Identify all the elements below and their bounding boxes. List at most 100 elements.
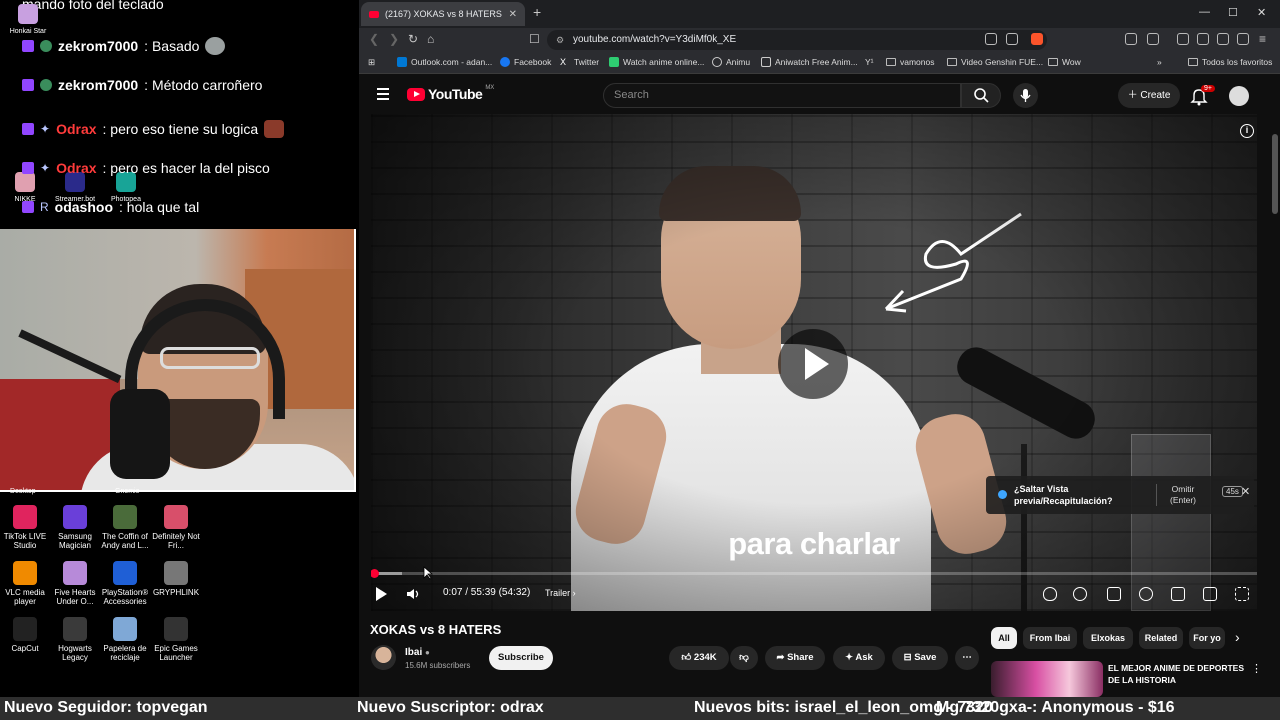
desktop-icon-label: Epic Games Launcher bbox=[154, 644, 198, 662]
recommendation-more-icon[interactable]: ⋮ bbox=[1251, 662, 1262, 675]
brave-shield-icon[interactable] bbox=[1031, 33, 1043, 45]
more-bookmarks-icon[interactable]: » bbox=[1157, 57, 1162, 67]
wallet-icon[interactable] bbox=[1147, 33, 1159, 45]
youtube-logo[interactable]: YouTube MX bbox=[407, 85, 495, 102]
channel-avatar[interactable] bbox=[371, 645, 396, 670]
dislike-button[interactable]: 👎︎ bbox=[730, 646, 758, 670]
desktop-icon[interactable]: Epic Games Launcher bbox=[148, 617, 204, 662]
desktop-icon-honkai[interactable]: Honkai Star bbox=[0, 4, 56, 36]
tab-youtube[interactable]: (2167) XOKAS vs 8 HATERS - You ✕ bbox=[361, 2, 525, 26]
shield-icon[interactable] bbox=[1043, 587, 1057, 601]
new-tab-button[interactable]: + bbox=[533, 4, 541, 20]
leo-icon[interactable] bbox=[1217, 33, 1229, 45]
back-button[interactable]: ❮ bbox=[369, 32, 379, 46]
bookmark-aniwatch[interactable]: Aniwatch Free Anim... bbox=[761, 57, 858, 67]
tab-close-icon[interactable]: ✕ bbox=[509, 9, 517, 20]
minimize-button[interactable]: — bbox=[1199, 6, 1210, 18]
like-button[interactable]: 👍︎ 234K bbox=[669, 646, 729, 670]
chip-from-ibai[interactable]: From Ibai bbox=[1023, 627, 1077, 649]
desktop-icon[interactable]: Hogwarts Legacy bbox=[47, 617, 103, 662]
save-button[interactable]: ⊟ Save bbox=[892, 646, 948, 670]
chat-message: ✦ Odrax : pero eso tiene su logica bbox=[22, 120, 285, 138]
desktop-icon[interactable]: VLC media player bbox=[0, 561, 53, 606]
desktop-icon[interactable]: Five Hearts Under O... bbox=[47, 561, 103, 606]
bookmark-twitter[interactable]: X Twitter bbox=[560, 57, 599, 67]
play-button[interactable] bbox=[778, 329, 848, 399]
chip-for-you[interactable]: For yo bbox=[1189, 627, 1225, 649]
desktop-icon[interactable]: The Coffin of Andy and L... bbox=[97, 505, 153, 550]
recommendation-title[interactable]: EL MEJOR ANIME DE DEPORTES DE LA HISTORI… bbox=[1108, 662, 1248, 686]
search-input[interactable]: Search bbox=[603, 83, 961, 108]
menu-icon[interactable] bbox=[377, 88, 389, 103]
apps-icon[interactable]: ⊞ bbox=[368, 57, 375, 68]
desktop-icon[interactable]: Papelera de reciclaje bbox=[97, 617, 153, 662]
share-button[interactable]: ➦ Share bbox=[765, 646, 825, 670]
tab-bar: (2167) XOKAS vs 8 HATERS - You ✕ + — ☐ ✕ bbox=[359, 0, 1280, 28]
subscribe-button[interactable]: Subscribe bbox=[489, 646, 553, 670]
chip-all[interactable]: All bbox=[991, 627, 1017, 649]
chip-elxokas[interactable]: Elxokas bbox=[1083, 627, 1133, 649]
avatar[interactable] bbox=[1229, 86, 1249, 106]
settings-icon[interactable] bbox=[1139, 587, 1153, 601]
progress-scrubber[interactable] bbox=[371, 569, 379, 578]
recommendation-thumbnail[interactable] bbox=[991, 661, 1103, 697]
vpn-icon[interactable] bbox=[1237, 33, 1249, 45]
bookmark-animu[interactable]: Animu bbox=[712, 57, 750, 67]
cast-icon[interactable] bbox=[1203, 587, 1217, 601]
maximize-button[interactable]: ☐ bbox=[1228, 6, 1238, 19]
music-icon[interactable] bbox=[1177, 33, 1189, 45]
skip-preview-prompt[interactable]: ¿Saltar Vista previa/Recapitulación? Omi… bbox=[986, 476, 1254, 514]
desktop-icon[interactable]: CapCut bbox=[0, 617, 53, 653]
scrollbar[interactable] bbox=[1272, 134, 1278, 214]
progress-bar[interactable] bbox=[371, 569, 1257, 578]
bookmark-folder-genshin[interactable]: Video Genshin FUE... bbox=[947, 57, 1043, 67]
home-button[interactable]: ⌂ bbox=[427, 32, 434, 46]
search-button[interactable] bbox=[961, 83, 1001, 108]
site-info-icon[interactable]: ⚙ bbox=[556, 30, 564, 50]
r-badge-icon: R bbox=[40, 200, 49, 214]
forward-button[interactable]: ❯ bbox=[389, 32, 399, 46]
outlook-icon bbox=[397, 57, 407, 67]
create-button[interactable]: ＋ Create bbox=[1118, 83, 1180, 108]
video-player[interactable]: para charlar i ¿Saltar Vista previa/Reca… bbox=[371, 114, 1257, 611]
channel-name[interactable]: Ibai ● bbox=[405, 647, 430, 658]
all-favorites-folder[interactable]: Todos los favoritos bbox=[1188, 57, 1272, 67]
desktop-icon[interactable]: GRYPHLINK bbox=[148, 561, 204, 597]
reload-button[interactable]: ↻ bbox=[408, 32, 418, 46]
address-bar[interactable]: ⚙ youtube.com/watch?v=Y3diMf0k_XE bbox=[547, 30, 1047, 50]
fullscreen-icon[interactable] bbox=[1235, 587, 1249, 601]
miniplayer-icon[interactable] bbox=[1171, 587, 1185, 601]
ask-button[interactable]: ✦ Ask bbox=[833, 646, 885, 670]
skip-button[interactable]: Omitir (Enter) bbox=[1170, 484, 1196, 506]
volume-icon[interactable] bbox=[405, 586, 421, 602]
bookmark-folder-vamonos[interactable]: vamonos bbox=[886, 57, 935, 67]
play-icon[interactable] bbox=[376, 587, 387, 601]
menu-icon[interactable]: ≡ bbox=[1259, 32, 1266, 46]
more-actions-button[interactable]: ⋯ bbox=[955, 646, 979, 670]
captions-icon[interactable] bbox=[1107, 587, 1121, 601]
bookmark-icon[interactable]: ☐ bbox=[529, 32, 540, 46]
chapter-button[interactable]: Trailer › bbox=[545, 588, 576, 598]
bookmark-watch-anime[interactable]: Watch anime online... bbox=[609, 57, 704, 67]
region-code: MX bbox=[485, 85, 495, 91]
close-icon[interactable]: ✕ bbox=[1241, 485, 1250, 498]
bookmark-facebook[interactable]: Facebook bbox=[500, 57, 551, 67]
extensions-icon[interactable] bbox=[1125, 33, 1137, 45]
desktop-icon-label: The Coffin of Andy and L... bbox=[101, 532, 149, 550]
chips-next-icon[interactable]: › bbox=[1235, 629, 1240, 645]
bookmark-misc-icon[interactable]: Y¹ bbox=[865, 57, 874, 67]
bookmark-outlook[interactable]: Outlook.com - adan... bbox=[397, 57, 492, 67]
cast-icon[interactable] bbox=[985, 33, 997, 45]
share-icon[interactable] bbox=[1006, 33, 1018, 45]
info-icon[interactable]: i bbox=[1240, 124, 1254, 138]
close-window-button[interactable]: ✕ bbox=[1257, 6, 1266, 19]
desktop-icon[interactable]: Samsung Magician bbox=[47, 505, 103, 550]
bookmark-folder-wow[interactable]: Wow bbox=[1048, 57, 1081, 67]
chip-related[interactable]: Related bbox=[1139, 627, 1183, 649]
sidebar-icon[interactable] bbox=[1197, 33, 1209, 45]
desktop-icon[interactable]: TikTok LIVE Studio bbox=[0, 505, 53, 550]
autoplay-icon[interactable] bbox=[1073, 587, 1087, 601]
desktop-icon[interactable]: PlayStation® Accessories bbox=[97, 561, 153, 606]
voice-search-button[interactable] bbox=[1013, 83, 1038, 108]
desktop-icon[interactable]: Definitely Not Fri... bbox=[148, 505, 204, 550]
